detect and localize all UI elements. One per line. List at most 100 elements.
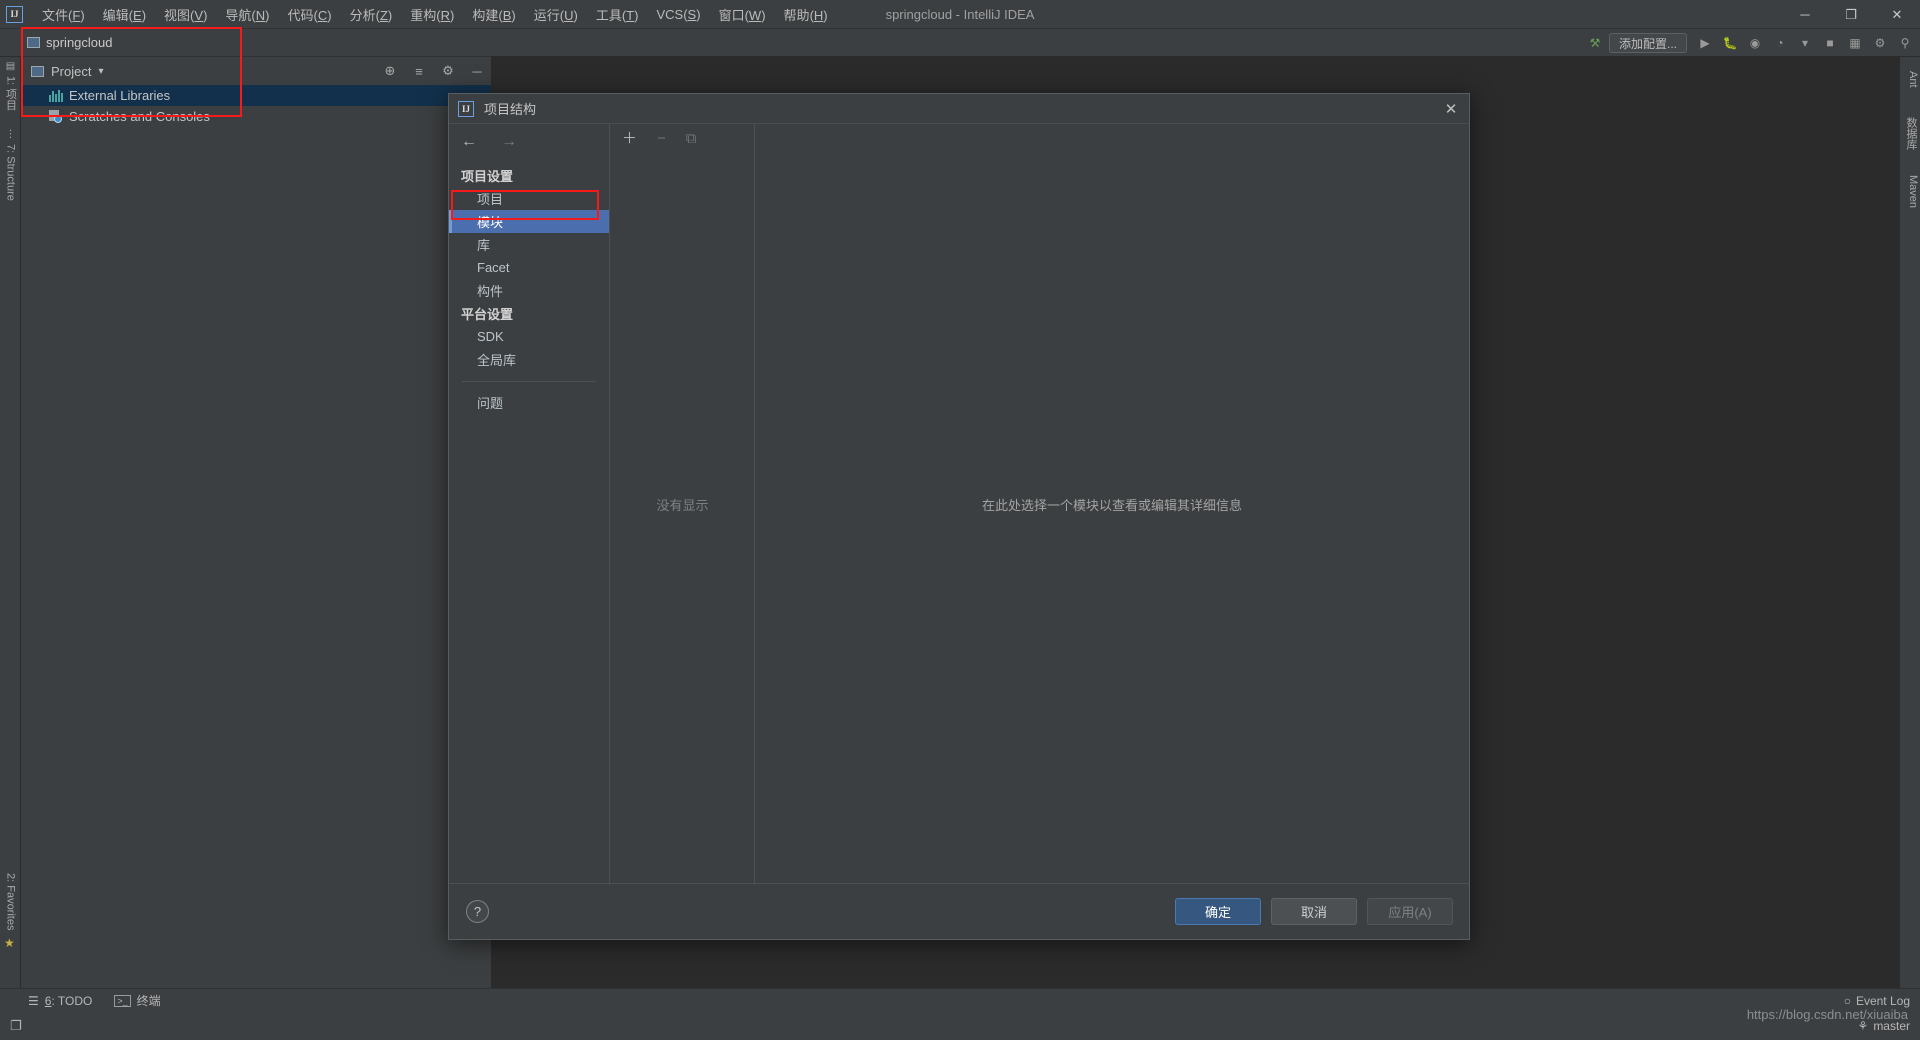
project-tool-window: springcloud Project ▾ ⊕ ≡ ⚙ ─ External L… — [21, 29, 491, 990]
maximize-button[interactable]: ❐ — [1828, 0, 1874, 29]
dialog-close-icon[interactable]: ✕ — [1441, 99, 1461, 119]
sidebar-item-favorites[interactable]: 2: Favorites — [1, 873, 20, 930]
run-icon[interactable]: ▶ — [1694, 32, 1716, 54]
dialog-nav-list: 项目设置 项目 模块 库 Facet 构件 平台设置 SDK 全局库 问题 — [449, 160, 609, 414]
menu-item-file[interactable]: 文件(F) — [33, 2, 94, 27]
modules-list-toolbar: ＋ − ⧉ — [610, 124, 754, 152]
nav-group-platform-settings: 平台设置 — [461, 307, 514, 322]
dialog-body: ← → 项目设置 项目 模块 库 Facet 构件 平台设置 SDK 全局库 问… — [449, 124, 1469, 885]
menu-item-analyze[interactable]: 分析(Z) — [341, 2, 402, 27]
back-arrow-icon[interactable]: ← — [461, 134, 477, 150]
project-tree: External Libraries Scratches and Console… — [21, 85, 491, 127]
nav-item-project[interactable]: 项目 — [449, 187, 609, 210]
sidebar-item-ant[interactable]: Ant — [1900, 71, 1919, 88]
status-bar-secondary: ❐ ⚘ master — [0, 1012, 1920, 1040]
project-toolbar-actions: ⊕ ≡ ⚙ ─ — [382, 63, 485, 79]
project-icon — [27, 37, 40, 48]
dialog-nav-arrows: ← → — [449, 124, 609, 160]
window-restore-icon[interactable]: ❐ — [10, 1018, 22, 1034]
bell-icon: ○ — [1843, 993, 1851, 1008]
menu-item-navigate[interactable]: 导航(N) — [216, 2, 278, 27]
build-hammer-icon[interactable]: ⚒ — [1584, 32, 1606, 54]
right-tool-window-strip: Ant 数据库 Maven — [1899, 57, 1920, 990]
terminal-icon: >_ — [114, 994, 131, 1007]
structure-icon: ⋮ — [5, 129, 16, 140]
debug-icon[interactable]: 🐛 — [1719, 32, 1741, 54]
sidebar-item-database[interactable]: 数据库 — [1900, 117, 1919, 150]
nav-item-global-libraries[interactable]: 全局库 — [449, 348, 609, 371]
search-icon[interactable]: ⚲ — [1894, 32, 1916, 54]
minimize-button[interactable]: ─ — [1782, 0, 1828, 29]
menu-item-build[interactable]: 构建(B) — [463, 2, 524, 27]
menu-item-help[interactable]: 帮助(H) — [775, 2, 837, 27]
copy-icon[interactable]: ⧉ — [686, 131, 697, 146]
remove-icon[interactable]: − — [657, 131, 666, 146]
status-terminal[interactable]: >_ 终端 — [114, 992, 161, 1009]
intellij-logo-icon: IJ — [6, 5, 23, 23]
window-controls: ─ ❐ ✕ — [1782, 0, 1920, 29]
dialog-detail-panel: 在此处选择一个模块以查看或编辑其详细信息 — [755, 124, 1469, 885]
nav-group-project-settings: 项目设置 — [461, 169, 514, 184]
chevron-down-icon: ▾ — [98, 65, 104, 77]
project-view-selector[interactable]: Project ▾ — [31, 64, 104, 79]
status-event-log[interactable]: ○ Event Log — [1844, 994, 1910, 1008]
nav-item-facets[interactable]: Facet — [449, 256, 609, 279]
cancel-button[interactable]: 取消 — [1271, 898, 1357, 925]
tree-item-scratches-and-consoles[interactable]: Scratches and Consoles — [21, 106, 491, 127]
menu-item-code[interactable]: 代码(C) — [279, 2, 341, 27]
profile-icon[interactable]: ◔ — [1769, 32, 1791, 54]
nav-item-sdks[interactable]: SDK — [449, 325, 609, 348]
menu-item-window[interactable]: 窗口(W) — [710, 2, 775, 27]
left-tool-window-strip: ▤ 1: 项目 ⋮ 7: Structure 2: Favorites ★ — [0, 57, 21, 990]
project-panel-toolbar: Project ▾ ⊕ ≡ ⚙ ─ — [21, 57, 491, 85]
profile-dropdown-icon[interactable]: ▾ — [1794, 32, 1816, 54]
dialog-title: 项目结构 — [484, 102, 537, 117]
settings-icon[interactable]: ⚙ — [440, 63, 456, 79]
toolbar-right-group: ⚒ 添加配置... ▶ 🐛 ◉ ◔ ▾ ■ ▦ ⚙ ⚲ — [1584, 29, 1916, 57]
menu-bar: IJ 文件(F) 编辑(E) 视图(V) 导航(N) 代码(C) 分析(Z) 重… — [0, 0, 1920, 29]
hide-icon[interactable]: ─ — [469, 64, 485, 79]
menu-item-vcs[interactable]: VCS(S) — [647, 4, 709, 25]
ok-button[interactable]: 确定 — [1175, 898, 1261, 925]
run-coverage-icon[interactable]: ◉ — [1744, 32, 1766, 54]
help-button[interactable]: ? — [466, 900, 489, 923]
menu-item-edit[interactable]: 编辑(E) — [94, 2, 155, 27]
project-structure-icon[interactable]: ▦ — [1844, 32, 1866, 54]
close-button[interactable]: ✕ — [1874, 0, 1920, 29]
dialog-nav-panel: ← → 项目设置 项目 模块 库 Facet 构件 平台设置 SDK 全局库 问… — [449, 124, 610, 885]
settings-gear-icon[interactable]: ⚙ — [1869, 32, 1891, 54]
sidebar-item-structure[interactable]: ⋮ 7: Structure — [1, 129, 20, 201]
add-icon[interactable]: ＋ — [622, 131, 637, 146]
grid-icon: ▤ — [5, 61, 16, 72]
run-configuration-selector[interactable]: 添加配置... — [1608, 33, 1687, 53]
intellij-idea-window: IJ 文件(F) 编辑(E) 视图(V) 导航(N) 代码(C) 分析(Z) 重… — [0, 0, 1920, 1040]
nav-item-libraries[interactable]: 库 — [449, 233, 609, 256]
status-bar-right: ○ Event Log — [1844, 994, 1910, 1008]
watermark-text: https://blog.csdn.net/xiuaiba — [1746, 1007, 1908, 1022]
menu-item-view[interactable]: 视图(V) — [155, 2, 216, 27]
collapse-all-icon[interactable]: ≡ — [411, 64, 427, 79]
dialog-modules-list-panel: ＋ − ⧉ 没有显示 — [610, 124, 755, 885]
sidebar-item-project[interactable]: ▤ 1: 项目 — [1, 61, 20, 110]
stop-icon[interactable]: ■ — [1819, 32, 1841, 54]
menu-item-run[interactable]: 运行(U) — [525, 2, 587, 27]
nav-item-artifacts[interactable]: 构件 — [449, 279, 609, 302]
menu-item-tools[interactable]: 工具(T) — [587, 2, 648, 27]
modules-list-empty-text: 没有显示 — [656, 498, 709, 513]
tree-item-external-libraries[interactable]: External Libraries — [21, 85, 491, 106]
todo-icon: ☰ — [28, 993, 39, 1008]
dialog-footer: ? 确定 取消 应用(A) — [449, 883, 1469, 939]
nav-item-problems[interactable]: 问题 — [449, 391, 609, 414]
locate-icon[interactable]: ⊕ — [382, 63, 398, 79]
menu-item-refactor[interactable]: 重构(R) — [401, 2, 463, 27]
libraries-icon — [49, 89, 63, 102]
dialog-action-buttons: 确定 取消 应用(A) — [1175, 898, 1453, 925]
sidebar-item-maven[interactable]: Maven — [1900, 175, 1919, 208]
status-todo[interactable]: ☰ 6: TODO — [28, 994, 92, 1008]
apply-button[interactable]: 应用(A) — [1367, 898, 1453, 925]
status-bar: ☰ 6: TODO >_ 终端 ○ Event Log — [0, 988, 1920, 1012]
forward-arrow-icon[interactable]: → — [501, 134, 517, 150]
nav-item-modules[interactable]: 模块 — [449, 210, 609, 233]
intellij-logo-icon: IJ — [458, 100, 474, 117]
star-icon: ★ — [4, 936, 15, 950]
